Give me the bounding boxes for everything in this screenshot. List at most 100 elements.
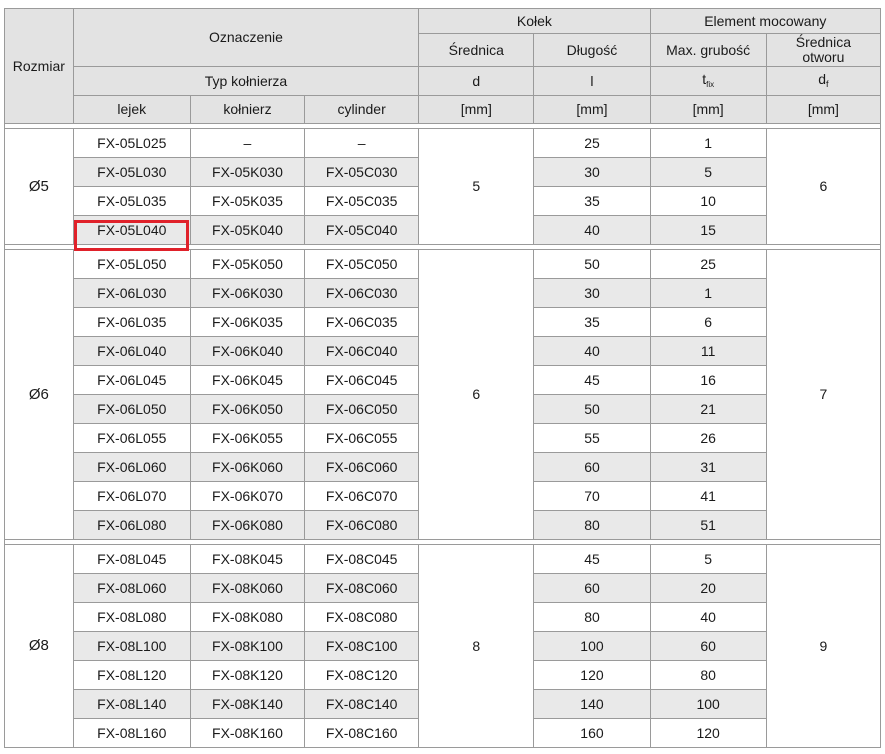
cell-max-thickness: 6 [649, 307, 767, 337]
cell-cylinder: FX-08C080 [304, 602, 420, 632]
cell-length: 70 [533, 481, 651, 511]
header-symbol-tfix: tfix [649, 66, 767, 96]
cell-kolnierz: FX-06K060 [189, 452, 306, 482]
cell-max-thickness: 60 [649, 631, 767, 661]
cell-lejek: FX-06L080 [72, 510, 191, 540]
cell-max-thickness: 15 [649, 215, 767, 245]
cell-kolnierz: FX-08K140 [189, 689, 306, 719]
table-body: Rozmiar Oznaczenie Kołek Element mocowan… [4, 8, 882, 748]
cell-cylinder: FX-06C070 [304, 481, 420, 511]
header-oznaczenie: Oznaczenie [72, 8, 420, 67]
cell-length: 50 [533, 249, 651, 279]
header-symbol-t-subscript: fix [706, 80, 715, 90]
cell-kolnierz: FX-05K030 [189, 157, 306, 187]
cell-length: 40 [533, 215, 651, 245]
header-row-1: Rozmiar Oznaczenie Kołek Element mocowan… [4, 8, 882, 124]
cell-kolnierz: – [189, 128, 306, 158]
cell-cylinder: FX-05C050 [304, 249, 420, 279]
cell-lejek: FX-05L025 [72, 128, 191, 158]
cell-max-thickness: 1 [649, 128, 767, 158]
cell-length: 45 [533, 544, 651, 574]
cell-max-thickness: 1 [649, 278, 767, 308]
header-srednica: Średnica [418, 33, 535, 67]
cell-lejek: FX-06L050 [72, 394, 191, 424]
cell-cylinder: FX-06C035 [304, 307, 420, 337]
cell-max-thickness: 16 [649, 365, 767, 395]
cell-hole-diameter: 7 [765, 249, 882, 540]
cell-length: 40 [533, 336, 651, 366]
cell-cylinder: FX-08C160 [304, 718, 420, 748]
cell-hole-diameter: 9 [765, 544, 882, 748]
cell-lejek: FX-08L100 [72, 631, 191, 661]
cell-lejek: FX-06L045 [72, 365, 191, 395]
header-kolnierz: kołnierz [189, 95, 306, 124]
cell-length: 100 [533, 631, 651, 661]
cell-kolnierz: FX-08K100 [189, 631, 306, 661]
cell-max-thickness: 21 [649, 394, 767, 424]
cell-diameter-d: 6 [418, 249, 535, 540]
cell-lejek: FX-06L055 [72, 423, 191, 453]
cell-kolnierz: FX-06K050 [189, 394, 306, 424]
cell-length: 120 [533, 660, 651, 690]
header-element-mocowany: Element mocowany [649, 8, 882, 34]
header-symbol-l: l [533, 66, 651, 96]
cell-kolnierz: FX-06K040 [189, 336, 306, 366]
cell-cylinder: FX-08C045 [304, 544, 420, 574]
cell-lejek: FX-08L080 [72, 602, 191, 632]
header-dlugosc: Długość [533, 33, 651, 67]
cell-cylinder: FX-08C060 [304, 573, 420, 603]
header-row-4: lejek kołnierz cylinder [mm] [mm] [mm] [… [5, 95, 882, 124]
cell-hole-diameter: 6 [765, 128, 882, 245]
cell-length: 140 [533, 689, 651, 719]
header-cylinder: cylinder [304, 95, 420, 124]
header-row-3: Typ kołnierza d l tfix df [5, 66, 882, 96]
cell-cylinder: FX-05C040 [304, 215, 420, 245]
cell-lejek: FX-08L160 [72, 718, 191, 748]
cell-diameter-d: 5 [418, 128, 535, 245]
cell-max-thickness: 11 [649, 336, 767, 366]
cell-max-thickness: 51 [649, 510, 767, 540]
cell-max-thickness: 31 [649, 452, 767, 482]
cell-length: 80 [533, 602, 651, 632]
cell-diameter-d: 8 [418, 544, 535, 748]
cell-max-thickness: 26 [649, 423, 767, 453]
cell-length: 30 [533, 278, 651, 308]
cell-lejek: FX-08L060 [72, 573, 191, 603]
cell-kolnierz: FX-06K055 [189, 423, 306, 453]
cell-lejek: FX-06L030 [72, 278, 191, 308]
cell-lejek: FX-05L035 [72, 186, 191, 216]
cell-length: 35 [533, 307, 651, 337]
cell-cylinder: FX-08C100 [304, 631, 420, 661]
header-srednica-otworu-line2: otworu [802, 49, 845, 65]
header-srednica-otworu: Średnica otworu [765, 33, 882, 67]
cell-max-thickness: 5 [649, 544, 767, 574]
table-row: Ø5 FX-05L025– –5 25 1 6 [4, 128, 882, 245]
table-row: Ø6 FX-05L050 FX-05K050 FX-05C050 6 50 25 7 [4, 249, 882, 540]
cell-length: 25 [533, 128, 651, 158]
cell-cylinder: FX-05C035 [304, 186, 420, 216]
cell-lejek: FX-06L070 [72, 481, 191, 511]
cell-max-thickness: 80 [649, 660, 767, 690]
cell-lejek: FX-08L045 [72, 544, 191, 574]
cell-max-thickness: 41 [649, 481, 767, 511]
cell-lejek: FX-06L035 [72, 307, 191, 337]
cell-cylinder: FX-06C080 [304, 510, 420, 540]
cell-kolnierz: FX-06K045 [189, 365, 306, 395]
header-rozmiar: Rozmiar [4, 8, 74, 124]
cell-cylinder: FX-06C055 [304, 423, 420, 453]
cell-cylinder: FX-06C045 [304, 365, 420, 395]
cell-kolnierz: FX-05K050 [189, 249, 306, 279]
cell-lejek: FX-08L140 [72, 689, 191, 719]
header-lejek: lejek [72, 95, 191, 124]
cell-kolnierz: FX-05K040 [189, 215, 306, 245]
cell-max-thickness: 40 [649, 602, 767, 632]
cell-kolnierz: FX-06K030 [189, 278, 306, 308]
cell-length: 60 [533, 452, 651, 482]
cell-cylinder: FX-06C060 [304, 452, 420, 482]
cell-kolnierz: FX-06K035 [189, 307, 306, 337]
header-srednica-otworu-line1: Średnica [795, 34, 851, 51]
table-row: Ø8 FX-08L045 FX-08K045 FX-08C045 8 45 5 9 [4, 544, 882, 748]
cell-length: 35 [533, 186, 651, 216]
cell-cylinder: FX-06C040 [304, 336, 420, 366]
cell-length: 80 [533, 510, 651, 540]
